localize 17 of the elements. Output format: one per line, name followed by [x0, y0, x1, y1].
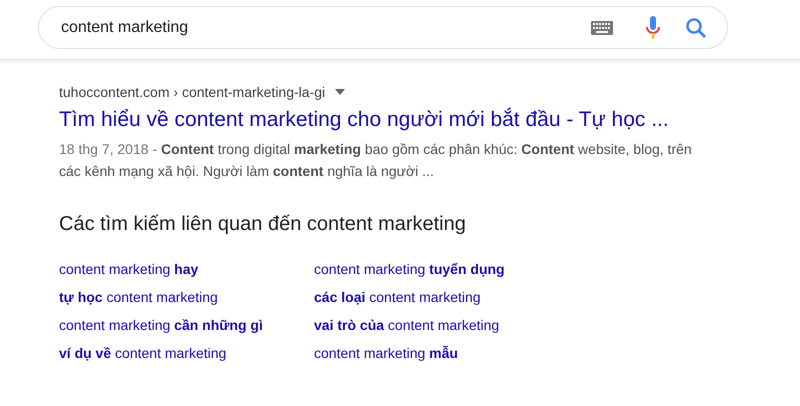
- result-title[interactable]: Tìm hiểu về content marketing cho người mới bắt đầu - Tự học ...: [59, 106, 800, 134]
- related-search-link[interactable]: các loại content marketing: [314, 286, 481, 308]
- search-field[interactable]: content marketing: [38, 6, 728, 49]
- related-search-link[interactable]: vai trò của content marketing: [314, 314, 500, 336]
- microphone-icon[interactable]: [645, 16, 661, 40]
- related-search-link[interactable]: content marketing mẫu: [314, 342, 458, 364]
- related-search-link[interactable]: content marketing cần những gì: [59, 314, 263, 336]
- related-search-link[interactable]: ví dụ về content marketing: [59, 342, 226, 364]
- keyboard-icon[interactable]: [591, 20, 613, 34]
- related-heading: Các tìm kiếm liên quan đến content marketing: [59, 212, 467, 237]
- caret-icon[interactable]: [335, 89, 346, 95]
- result-snippet: 18 thg 7, 2018 - Content trong digital marketing bao gồm các phân khúc: Content website, blog, trên các kênh mạng xã hội. Người làm content nghĩa là người ...: [59, 140, 693, 181]
- related-search-link[interactable]: tự học content marketing: [59, 286, 218, 308]
- related-search-link[interactable]: content marketing tuyển dụng: [314, 258, 505, 280]
- search-icon[interactable]: [685, 16, 707, 38]
- related-search-link[interactable]: content marketing hay: [59, 258, 198, 280]
- result-url: tuhoccontent.com › content-marketing-la-gi: [59, 82, 326, 102]
